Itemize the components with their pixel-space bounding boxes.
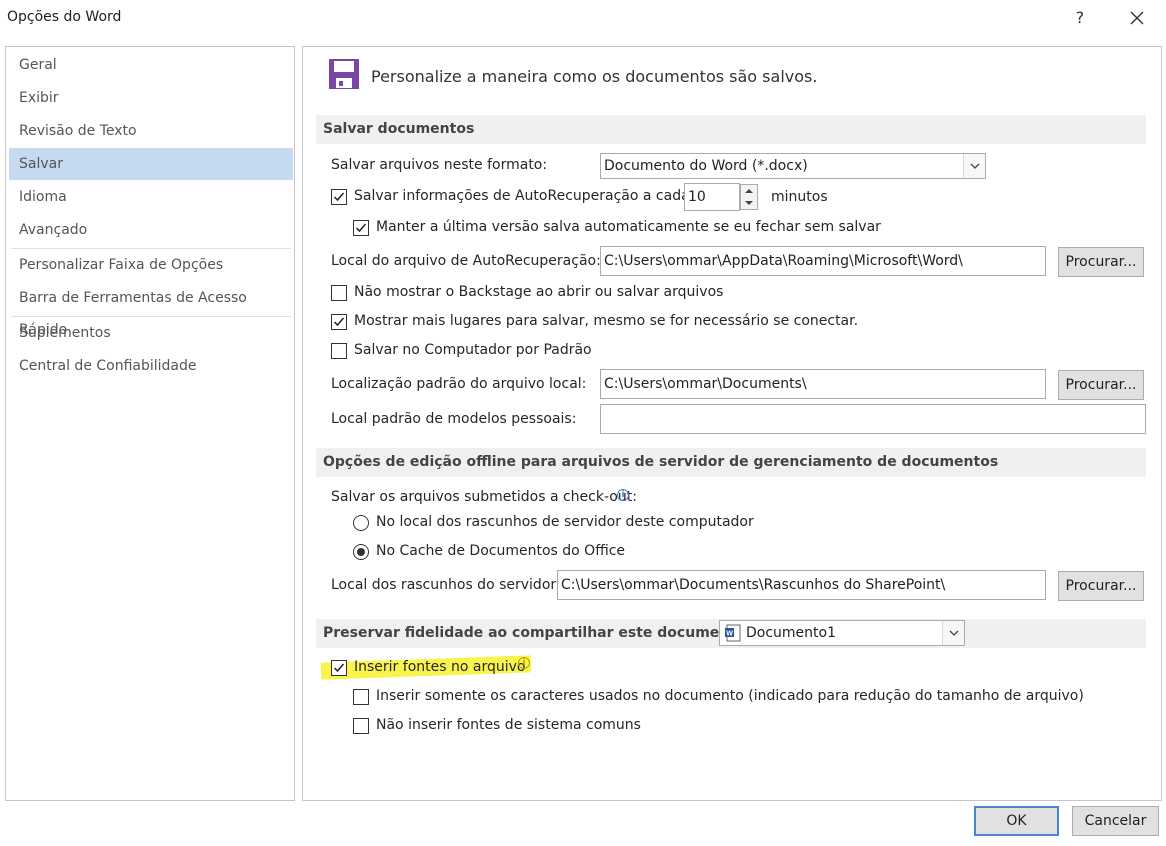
embed-only-used-label: Inserir somente os caracteres usados no … [376, 688, 1084, 704]
embed-fonts-label: Inserir fontes no arquivo [354, 659, 526, 675]
embed-fonts-checkbox[interactable] [331, 660, 347, 676]
svg-text:W: W [726, 631, 733, 638]
word-document-icon: W [725, 624, 741, 642]
sidebar-item-suplementos[interactable]: Suplementos [9, 317, 293, 349]
sidebar-item-revisao[interactable]: Revisão de Texto [9, 115, 293, 147]
sidebar-item-salvar[interactable]: Salvar [9, 148, 293, 180]
no-common-fonts-label: Não inserir fontes de sistema comuns [376, 717, 641, 733]
default-local-input[interactable]: C:\Users\ommar\Documents\ [600, 369, 1046, 399]
sidebar-nav: Geral Exibir Revisão de Texto Salvar Idi… [5, 46, 295, 801]
more-places-checkbox[interactable] [331, 314, 347, 330]
format-select-value: Documento do Word (*.docx) [604, 158, 808, 174]
title-bar: Opções do Word ? [0, 0, 1166, 36]
checkmark-icon [333, 317, 345, 327]
autorecover-checkbox[interactable] [331, 189, 347, 205]
close-icon [1130, 11, 1144, 25]
sidebar-item-personalizar-faixa[interactable]: Personalizar Faixa de Opções [9, 249, 293, 281]
page-heading: Personalize a maneira como os documentos… [371, 67, 818, 86]
info-icon: i [518, 657, 530, 669]
info-icon: i [617, 489, 629, 501]
templates-input[interactable] [600, 404, 1146, 434]
keep-last-version-label: Manter a última versão salva automaticam… [376, 219, 881, 235]
no-backstage-label: Não mostrar o Backstage ao abrir ou salv… [354, 284, 724, 300]
checkout-label: Salvar os arquivos submetidos a check-ou… [331, 489, 637, 505]
caret-down-icon [745, 201, 753, 205]
ok-button[interactable]: OK [974, 806, 1059, 836]
cancel-button[interactable]: Cancelar [1072, 806, 1159, 836]
fidelity-document-select[interactable]: W Documento1 [719, 620, 965, 646]
save-to-computer-label: Salvar no Computador por Padrão [354, 342, 592, 358]
more-places-label: Mostrar mais lugares para salvar, mesmo … [354, 313, 859, 329]
save-options-panel: Personalize a maneira como os documentos… [302, 46, 1162, 801]
save-to-computer-checkbox[interactable] [331, 343, 347, 359]
minutes-spinner[interactable] [740, 184, 758, 210]
autorecover-minutes-input[interactable]: 10 [684, 183, 740, 211]
drafts-location-input[interactable]: C:\Users\ommar\Documents\Rascunhos do Sh… [557, 570, 1046, 600]
spin-down-button[interactable] [741, 197, 757, 209]
fidelity-section-title: Preservar fidelidade ao compartilhar est… [323, 625, 752, 641]
format-label: Salvar arquivos neste formato: [331, 157, 548, 173]
autorecover-location-input[interactable]: C:\Users\ommar\AppData\Roaming\Microsoft… [600, 246, 1046, 276]
sidebar-item-exibir[interactable]: Exibir [9, 82, 293, 114]
templates-label: Local padrão de modelos pessoais: [331, 411, 577, 427]
sidebar-item-central-confiabilidade[interactable]: Central de Confiabilidade [9, 350, 293, 382]
minutes-label: minutos [771, 189, 828, 205]
chevron-down-icon [949, 630, 959, 636]
no-common-fonts-checkbox[interactable] [353, 718, 369, 734]
section-save-documents: Salvar documentos [316, 115, 1146, 144]
checkmark-icon [333, 663, 345, 673]
browse-default-local-button[interactable]: Procurar... [1058, 370, 1144, 400]
checkmark-icon [355, 223, 367, 233]
no-backstage-checkbox[interactable] [331, 285, 347, 301]
keep-last-version-checkbox[interactable] [353, 220, 369, 236]
sidebar-item-barra-acesso-rapido[interactable]: Barra de Ferramentas de Acesso Rápido [9, 282, 293, 338]
drafts-label: Local dos rascunhos do servidor: [331, 577, 561, 593]
word-options-dialog: Opções do Word ? Geral Exibir Revisão de… [0, 0, 1166, 846]
autorecover-location-label: Local do arquivo de AutoRecuperação: [331, 253, 601, 269]
section-offline-editing: Opções de edição offline para arquivos d… [316, 448, 1146, 477]
autorecover-label: Salvar informações de AutoRecuperação a … [354, 188, 690, 204]
save-disk-icon [329, 59, 359, 89]
close-button[interactable] [1124, 5, 1150, 31]
format-select[interactable]: Documento do Word (*.docx) [600, 153, 986, 179]
spin-up-button[interactable] [741, 185, 757, 197]
radio-office-cache-label: No Cache de Documentos do Office [376, 543, 626, 559]
sidebar-item-idioma[interactable]: Idioma [9, 181, 293, 213]
chevron-down-icon [970, 163, 980, 169]
fidelity-document-value: Documento1 [746, 625, 837, 641]
checkmark-icon [333, 192, 345, 202]
sidebar-item-avancado[interactable]: Avançado [9, 214, 293, 246]
embed-only-used-checkbox[interactable] [353, 689, 369, 705]
radio-server-drafts-label: No local dos rascunhos de servidor deste… [376, 514, 754, 530]
help-button[interactable]: ? [1068, 5, 1092, 31]
sidebar-item-geral[interactable]: Geral [9, 49, 293, 81]
browse-autorecover-button[interactable]: Procurar... [1058, 247, 1144, 277]
radio-office-cache[interactable] [353, 544, 369, 560]
radio-server-drafts[interactable] [353, 515, 369, 531]
default-local-label: Localização padrão do arquivo local: [331, 376, 587, 392]
caret-up-icon [745, 189, 753, 193]
window-title: Opções do Word [7, 9, 122, 25]
browse-drafts-button[interactable]: Procurar... [1058, 571, 1144, 601]
